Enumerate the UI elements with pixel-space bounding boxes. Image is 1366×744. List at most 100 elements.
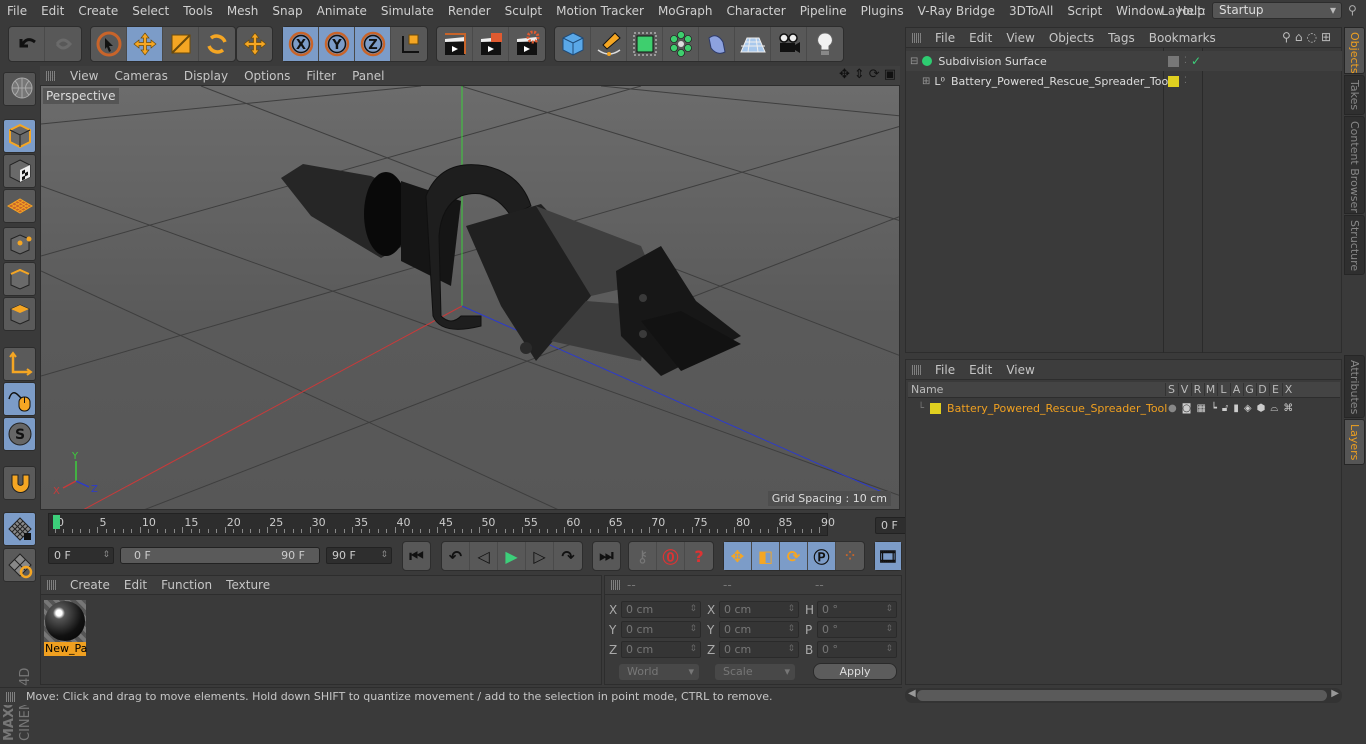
layers-menu-file[interactable]: File	[928, 363, 962, 377]
material-item[interactable]: New_Pa	[44, 600, 87, 658]
column-manager[interactable]: M	[1204, 383, 1216, 396]
scroll-left-icon[interactable]: ◀	[908, 688, 916, 699]
column-animation[interactable]: A	[1230, 383, 1242, 396]
rescue-spreader-tool-model[interactable]	[281, 164, 741, 376]
panel-grip-icon[interactable]	[912, 364, 922, 375]
menu-simulate[interactable]: Simulate	[374, 4, 441, 18]
enabled-check-icon[interactable]: ✓	[1191, 54, 1201, 68]
layer-color-swatch[interactable]	[1168, 75, 1179, 87]
size-z-field[interactable]: 0 cm	[719, 641, 799, 658]
material-menu-create[interactable]: Create	[63, 578, 117, 592]
menu-mesh[interactable]: Mesh	[220, 4, 266, 18]
key-parameter-button[interactable]: Ⓟ	[808, 542, 836, 570]
y-axis-lock-button[interactable]: Y	[319, 27, 355, 61]
rotate-view-icon[interactable]: ⟳	[869, 67, 880, 82]
tab-objects[interactable]: Objects	[1344, 27, 1365, 74]
prev-key-button[interactable]: ↶	[442, 542, 470, 570]
render-settings-button[interactable]	[509, 27, 545, 61]
undo-button[interactable]	[9, 27, 45, 61]
menu-select[interactable]: Select	[125, 4, 176, 18]
column-render[interactable]: R	[1191, 383, 1203, 396]
object-row[interactable]: ⊟ Subdivision Surface ⁚ ✓	[906, 51, 1342, 71]
points-mode-button[interactable]	[3, 227, 36, 261]
next-frame-button[interactable]: ▷	[526, 542, 554, 570]
key-point-level-button[interactable]: ⁘	[836, 542, 864, 570]
layers-menu-view[interactable]: View	[999, 363, 1041, 377]
subdivision-surface-button[interactable]	[627, 27, 663, 61]
tab-content-browser[interactable]: Content Browser	[1344, 116, 1365, 214]
material-menu-function[interactable]: Function	[154, 578, 219, 592]
manager-icon[interactable]: ┕	[1211, 403, 1222, 414]
rotation-h-field[interactable]: 0 °	[817, 601, 897, 618]
tab-layers[interactable]: Layers	[1344, 419, 1365, 465]
menu-file[interactable]: File	[0, 4, 34, 18]
rotation-p-field[interactable]: 0 °	[817, 621, 897, 638]
render-clapper-icon[interactable]: ▦	[1196, 403, 1210, 414]
menu-motion-tracker[interactable]: Motion Tracker	[549, 4, 651, 18]
objects-menu-view[interactable]: View	[999, 31, 1041, 45]
layer-color-swatch[interactable]	[930, 402, 942, 414]
viewport-menu-display[interactable]: Display	[176, 69, 236, 83]
edges-mode-button[interactable]	[3, 262, 36, 296]
scrollbar-thumb[interactable]	[917, 690, 1327, 701]
workplane-button[interactable]	[3, 189, 36, 223]
scroll-right-icon[interactable]: ▶	[1331, 688, 1339, 699]
timeline-window-button[interactable]: 🎞	[875, 542, 901, 570]
object-name[interactable]: Subdivision Surface	[938, 55, 1046, 68]
tab-attributes[interactable]: Attributes	[1344, 355, 1365, 418]
expand-icon[interactable]: ⊞	[922, 76, 930, 87]
recent-tools-button[interactable]	[237, 27, 272, 61]
make-editable-button[interactable]	[3, 72, 36, 106]
layer-name[interactable]: Battery_Powered_Rescue_Spreader_Tool	[947, 402, 1167, 415]
move-tool-button[interactable]	[127, 27, 163, 61]
menu-pipeline[interactable]: Pipeline	[793, 4, 854, 18]
toggle-layout-icon[interactable]: ▣	[884, 67, 896, 82]
menu-sculpt[interactable]: Sculpt	[498, 4, 549, 18]
cube-button[interactable]	[555, 27, 591, 61]
array-button[interactable]	[663, 27, 699, 61]
menu-create[interactable]: Create	[71, 4, 125, 18]
layers-menu-edit[interactable]: Edit	[962, 363, 999, 377]
deformer-icon[interactable]: ⬢	[1257, 403, 1271, 414]
position-z-field[interactable]: 0 cm	[621, 641, 701, 658]
magnet-button[interactable]	[3, 466, 36, 500]
perspective-viewport[interactable]: Y X Z Perspective Grid Spacing : 10 cm	[40, 85, 900, 510]
render-picture-viewer-button[interactable]	[473, 27, 509, 61]
rotate-tool-button[interactable]	[199, 27, 235, 61]
search-icon[interactable]: ⚲	[1348, 3, 1362, 17]
panel-grip-icon[interactable]	[611, 580, 621, 590]
tab-structure[interactable]: Structure	[1344, 215, 1365, 275]
menu-edit[interactable]: Edit	[34, 4, 71, 18]
playhead[interactable]	[53, 515, 60, 529]
viewport-menu-filter[interactable]: Filter	[298, 69, 344, 83]
view-eye-icon[interactable]: ◙	[1182, 403, 1197, 414]
column-solo[interactable]: S	[1165, 383, 1177, 396]
column-view[interactable]: V	[1178, 383, 1190, 396]
coordinate-space-dropdown[interactable]: World	[619, 664, 699, 680]
record-keys-button[interactable]: ⚷	[629, 542, 657, 570]
polygons-mode-button[interactable]	[3, 297, 36, 331]
column-name[interactable]: Name	[908, 383, 1164, 396]
material-menu-texture[interactable]: Texture	[219, 578, 277, 592]
key-rotation-button[interactable]: ⟳	[780, 542, 808, 570]
viewport-menu-panel[interactable]: Panel	[344, 69, 392, 83]
deformer-button[interactable]	[699, 27, 735, 61]
play-button[interactable]: ▶	[498, 542, 526, 570]
visibility-icon[interactable]: ◌	[1306, 30, 1320, 44]
menu-script[interactable]: Script	[1060, 4, 1109, 18]
apply-button[interactable]: Apply	[813, 663, 897, 680]
texture-mode-button[interactable]	[3, 154, 36, 188]
objects-menu-file[interactable]: File	[928, 31, 962, 45]
column-locked[interactable]: L	[1217, 383, 1229, 396]
zoom-view-icon[interactable]: ⇕	[854, 67, 865, 82]
animation-icon[interactable]: ▮	[1233, 403, 1244, 414]
menu-character[interactable]: Character	[719, 4, 792, 18]
snap-button[interactable]: S	[3, 417, 36, 451]
prev-frame-button[interactable]: ◁	[470, 542, 498, 570]
pen-button[interactable]	[591, 27, 627, 61]
search-icon[interactable]: ⚲	[1282, 30, 1295, 44]
layer-horizontal-scrollbar[interactable]: ◀ ▶	[905, 688, 1342, 703]
goto-start-button[interactable]: ⏮	[403, 542, 430, 570]
object-row[interactable]: ⊞ L⁰ Battery_Powered_Rescue_Spreader_Too…	[906, 71, 1342, 91]
autokey-button[interactable]: ⓪	[657, 542, 685, 570]
